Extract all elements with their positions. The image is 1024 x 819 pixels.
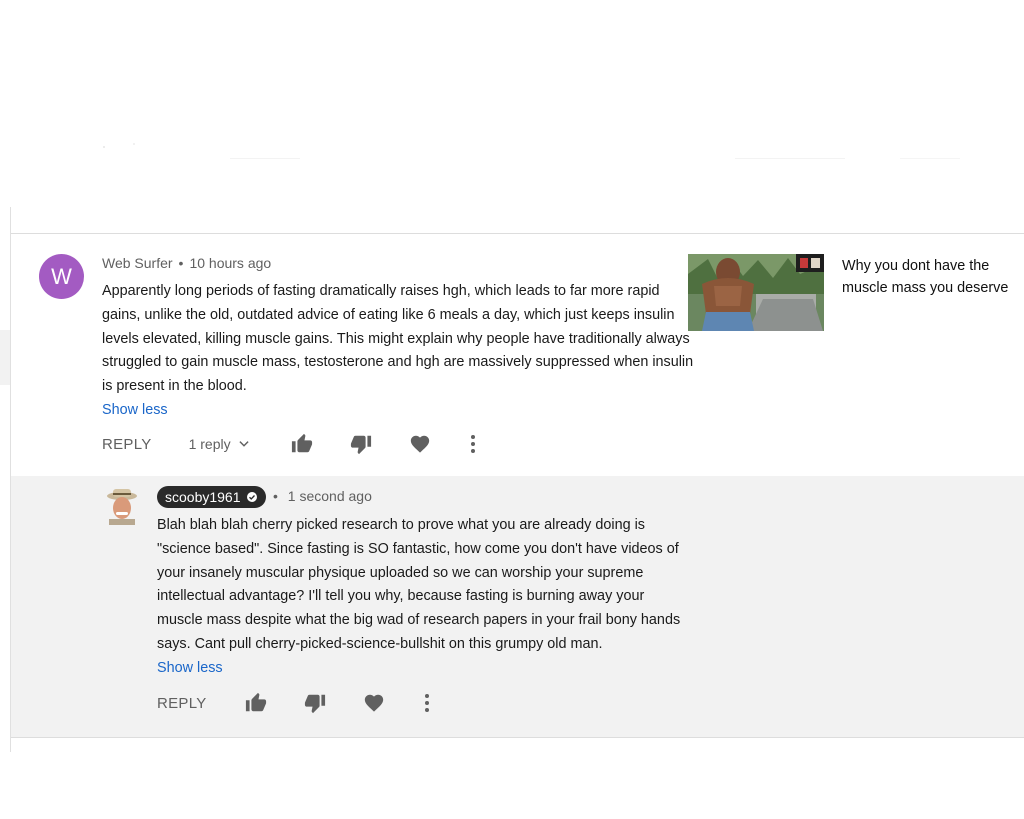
chevron-down-icon — [237, 437, 251, 451]
side-strip — [0, 330, 10, 385]
reply-button[interactable]: REPLY — [157, 695, 207, 712]
comment-header: Web Surfer • 10 hours ago — [102, 255, 271, 271]
more-vert-icon[interactable] — [470, 434, 476, 454]
comment-thread: W Web Surfer • 10 hours ago Apparently lon… — [11, 234, 1024, 475]
video-title[interactable]: Why you dont have the muscle mass you de… — [842, 255, 1020, 299]
avatar[interactable] — [105, 487, 139, 525]
view-replies-button[interactable]: 1 reply — [189, 436, 251, 452]
reply-author: scooby1961 — [165, 489, 241, 505]
comment-author[interactable]: Web Surfer — [102, 255, 173, 271]
more-vert-icon[interactable] — [424, 693, 430, 713]
reply-comment: scooby1961 • 1 second ago Blah blah blah… — [11, 476, 1024, 737]
dislike-icon[interactable] — [304, 692, 326, 714]
reply-text: Blah blah blah cherry picked research to… — [157, 517, 681, 652]
show-less-link[interactable]: Show less — [102, 402, 168, 418]
verified-check-icon — [246, 491, 258, 503]
reply-actions: REPLY — [157, 691, 430, 715]
comment-time[interactable]: 10 hours ago — [189, 255, 271, 271]
reply-time[interactable]: 1 second ago — [288, 488, 372, 504]
bottom-divider — [11, 737, 1024, 738]
replies-count: 1 reply — [188, 436, 231, 452]
heart-icon[interactable] — [363, 692, 385, 714]
heart-icon[interactable] — [409, 433, 431, 455]
comment-text: Apparently long periods of fasting drama… — [102, 283, 694, 395]
show-less-link[interactable]: Show less — [157, 660, 223, 676]
reply-button[interactable]: REPLY — [102, 436, 152, 453]
thumbnail-image — [688, 254, 824, 331]
reply-meta: • 1 second ago — [273, 488, 372, 504]
separator-dot: • — [178, 255, 184, 271]
dislike-icon[interactable] — [350, 433, 372, 455]
comment-actions: REPLY 1 reply — [102, 432, 476, 456]
author-chip[interactable]: scooby1961 — [157, 486, 266, 508]
background-specks — [103, 143, 960, 159]
avatar[interactable]: W — [39, 254, 84, 299]
like-icon[interactable] — [291, 433, 313, 455]
video-thumbnail[interactable] — [688, 254, 824, 331]
like-icon[interactable] — [245, 692, 267, 714]
separator-dot: • — [273, 488, 278, 504]
